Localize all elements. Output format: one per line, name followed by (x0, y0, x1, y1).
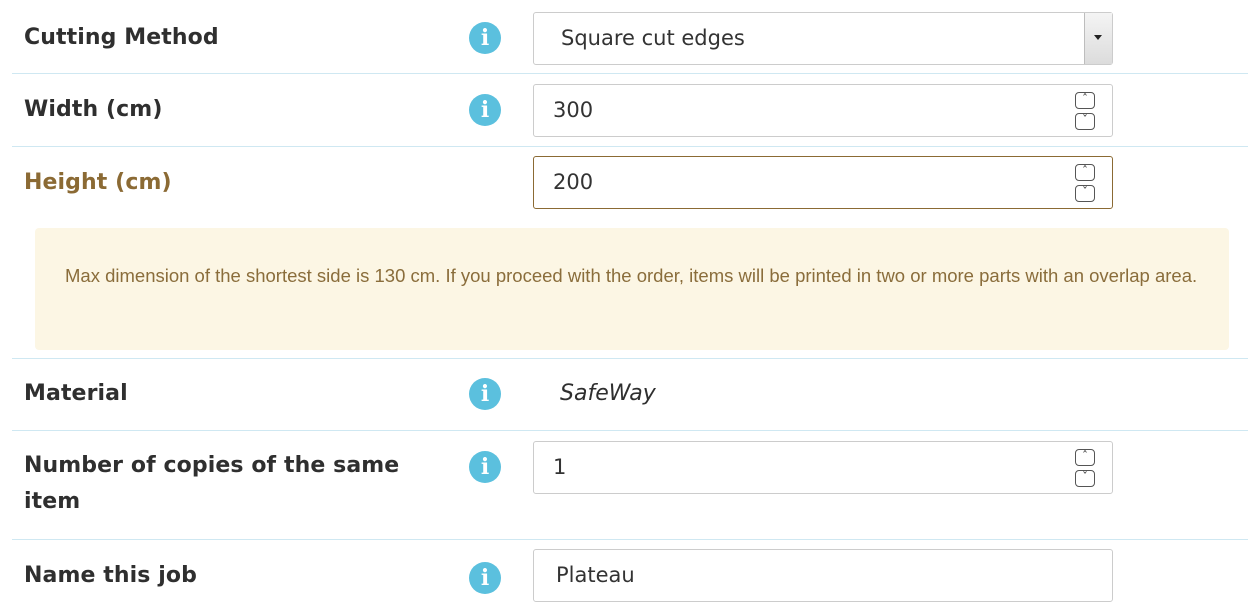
material-label: Material (24, 381, 128, 406)
chevron-down-icon[interactable]: ˇ (1075, 185, 1095, 202)
copies-stepper[interactable]: ˆ ˇ (1075, 449, 1097, 489)
divider (12, 73, 1248, 74)
cutting-method-label: Cutting Method (24, 25, 219, 50)
info-icon[interactable]: i (469, 378, 501, 410)
copies-label: Number of copies of the same item (24, 453, 400, 514)
cutting-method-select[interactable]: Square cut edges (533, 12, 1113, 65)
chevron-down-icon[interactable]: ˇ (1075, 113, 1095, 130)
chevron-up-icon[interactable]: ˆ (1075, 449, 1095, 466)
chevron-up-icon[interactable]: ˆ (1075, 164, 1095, 181)
dimension-warning-alert: Max dimension of the shortest side is 13… (35, 228, 1229, 350)
job-name-label: Name this job (24, 563, 197, 588)
width-value: 300 (553, 98, 594, 122)
divider (12, 146, 1248, 147)
job-name-value: Plateau (556, 563, 635, 587)
material-value: SafeWay (560, 381, 656, 406)
height-input[interactable]: 200 ˆ ˇ (533, 156, 1113, 209)
width-input[interactable]: 300 ˆ ˇ (533, 84, 1113, 137)
divider (12, 430, 1248, 431)
info-icon[interactable]: i (469, 451, 501, 483)
info-icon[interactable]: i (469, 22, 501, 54)
width-label: Width (cm) (24, 97, 163, 122)
info-icon[interactable]: i (469, 562, 501, 594)
copies-input[interactable]: 1 ˆ ˇ (533, 441, 1113, 494)
divider (12, 358, 1248, 359)
copies-value: 1 (553, 455, 567, 479)
chevron-down-icon[interactable]: ˇ (1075, 470, 1095, 487)
divider (12, 539, 1248, 540)
cutting-method-selected-value: Square cut edges (561, 26, 745, 50)
info-icon[interactable]: i (469, 94, 501, 126)
chevron-down-icon[interactable] (1084, 13, 1112, 64)
chevron-up-icon[interactable]: ˆ (1075, 92, 1095, 109)
job-name-input[interactable]: Plateau (533, 549, 1113, 602)
height-label: Height (cm) (24, 170, 172, 195)
width-stepper[interactable]: ˆ ˇ (1075, 92, 1097, 132)
height-value: 200 (553, 170, 594, 194)
height-stepper[interactable]: ˆ ˇ (1075, 164, 1097, 204)
